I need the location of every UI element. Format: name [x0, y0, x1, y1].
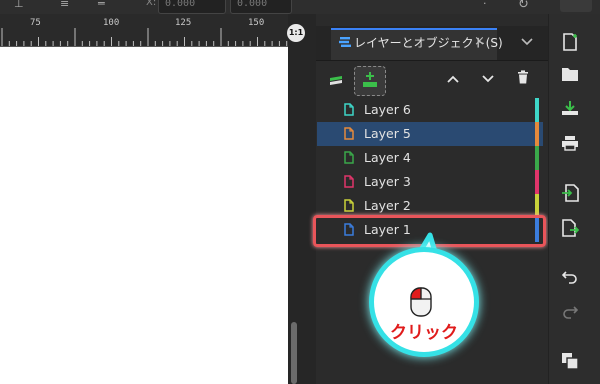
callout-text: クリック	[390, 323, 458, 343]
chevron-down-icon	[482, 75, 494, 83]
trash-icon	[518, 70, 528, 84]
layer-name: Layer 6	[364, 102, 411, 117]
layer-icon	[344, 151, 354, 164]
close-icon[interactable]: ×	[474, 34, 485, 49]
layer-color-tag[interactable]	[535, 122, 539, 146]
x-value: 0.000	[165, 0, 196, 9]
x-coordinate-field[interactable]: 0.000	[158, 0, 226, 14]
ruler-ticks	[1, 28, 288, 46]
ruler-label: 125	[175, 18, 192, 28]
duplicate-icon[interactable]	[561, 352, 579, 370]
move-down-button[interactable]	[474, 66, 502, 94]
menu-button[interactable]	[560, 0, 592, 12]
horizontal-ruler: 75 100 125 150	[0, 14, 288, 47]
scrollbar-thumb[interactable]	[291, 322, 297, 384]
undo-icon[interactable]	[562, 270, 578, 284]
open-folder-icon[interactable]	[561, 66, 579, 82]
ruler-label: 100	[103, 18, 120, 28]
drawing-canvas[interactable]	[0, 47, 288, 384]
layer-row[interactable]: Layer 5	[317, 122, 543, 146]
layer-icon	[344, 175, 354, 188]
snap-icon[interactable]: ·	[483, 0, 487, 10]
print-icon[interactable]	[561, 135, 579, 151]
add-layer-icon	[363, 72, 377, 87]
layer-row[interactable]: Layer 6	[317, 98, 543, 122]
chevron-up-icon	[447, 75, 459, 83]
ruler-label: 75	[30, 18, 41, 28]
layer-icon	[344, 127, 354, 140]
new-document-icon[interactable]	[561, 33, 579, 51]
toggle-layers-button[interactable]	[322, 66, 350, 94]
layers-icon	[330, 76, 342, 85]
layer-row[interactable]: Layer 3	[317, 170, 543, 194]
callout-tail-cover	[412, 258, 446, 272]
export-icon[interactable]	[561, 219, 579, 237]
add-layer-button[interactable]	[354, 66, 386, 96]
save-icon[interactable]	[561, 100, 579, 116]
y-coordinate-field[interactable]: 0.000	[230, 0, 292, 14]
layer-color-tag[interactable]	[535, 170, 539, 194]
distribute-icon[interactable]: ⊥	[14, 0, 24, 10]
layer-icon	[344, 103, 354, 116]
layer-name: Layer 2	[364, 198, 411, 213]
y-value: 0.000	[237, 0, 268, 9]
panel-menu-button[interactable]	[512, 30, 542, 54]
align-bottom-icon[interactable]: ═	[98, 0, 105, 10]
mouse-left-click-icon	[410, 287, 432, 317]
ruler-label: 150	[248, 18, 265, 28]
layer-icon	[344, 199, 354, 212]
redo-icon[interactable]	[562, 305, 578, 319]
redo-icon[interactable]: ↻	[518, 0, 529, 12]
x-label: X:	[146, 0, 157, 8]
chevron-down-icon	[521, 38, 533, 46]
delete-layer-button[interactable]	[509, 66, 537, 94]
layer-color-tag[interactable]	[535, 98, 539, 122]
move-up-button[interactable]	[439, 66, 467, 94]
top-toolbar: ⊥ ≡ ═ X: 0.000 0.000 · ↻	[0, 0, 600, 15]
layer-color-tag[interactable]	[535, 146, 539, 170]
zoom-1to1-button[interactable]: 1:1	[287, 24, 305, 42]
layer-row[interactable]: Layer 4	[317, 146, 543, 170]
layer-name: Layer 3	[364, 174, 411, 189]
layer-name: Layer 4	[364, 150, 411, 165]
layers-icon	[339, 37, 351, 47]
align-icon[interactable]: ≡	[60, 0, 69, 10]
import-icon[interactable]	[561, 184, 579, 202]
layer-name: Layer 5	[364, 126, 411, 141]
